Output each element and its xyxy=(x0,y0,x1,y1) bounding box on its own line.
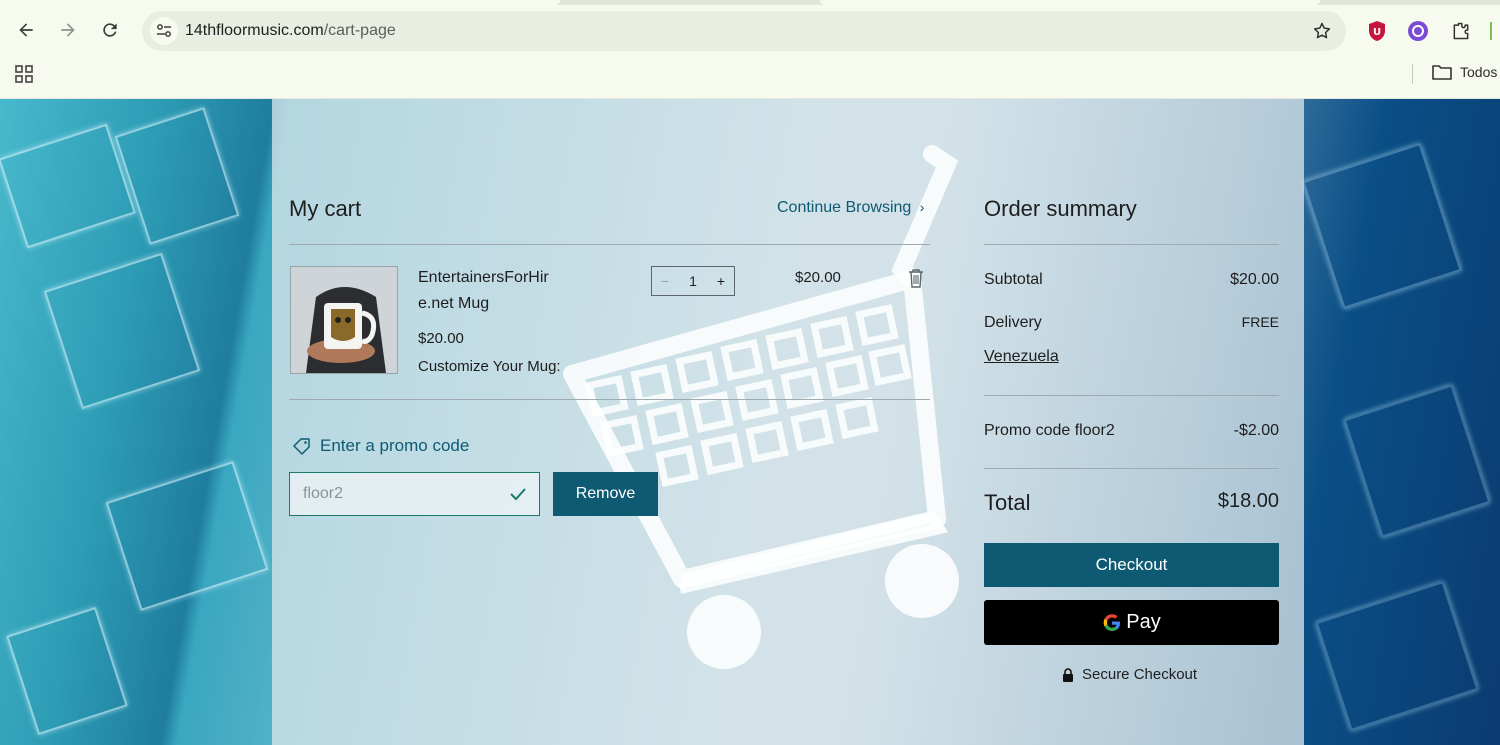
summary-divider-mid xyxy=(984,395,1279,396)
delivery-value: FREE xyxy=(1241,314,1279,330)
cart-panel: My cart Continue Browsing › Entertainers… xyxy=(272,99,1304,745)
delivery-label: Delivery xyxy=(984,314,1042,331)
tab-strip xyxy=(0,0,1500,5)
deco-cube xyxy=(6,607,128,735)
product-image[interactable] xyxy=(290,266,398,374)
item-total-price: $20.00 xyxy=(795,269,841,286)
deco-cube xyxy=(114,107,240,245)
google-pay-button[interactable]: Pay xyxy=(984,600,1279,645)
delivery-row: Delivery FREE xyxy=(984,314,1279,332)
subtotal-value: $20.00 xyxy=(1230,271,1279,288)
checkout-button[interactable]: Checkout xyxy=(984,543,1279,587)
remove-promo-button[interactable]: Remove xyxy=(553,472,658,516)
purple-extension-icon[interactable] xyxy=(1407,20,1429,42)
subtotal-row: Subtotal $20.00 xyxy=(984,271,1279,289)
trash-icon[interactable] xyxy=(907,268,925,288)
total-row: Total $18.00 xyxy=(984,490,1279,516)
google-g-icon xyxy=(1103,613,1121,631)
bookmark-separator xyxy=(1412,64,1413,84)
promo-code-value[interactable]: floor2 xyxy=(303,485,343,503)
cart-divider-bottom xyxy=(289,399,930,400)
cart-title: My cart xyxy=(289,196,362,221)
increase-quantity-button[interactable]: + xyxy=(708,273,734,289)
enter-promo-code-label: Enter a promo code xyxy=(320,436,470,455)
arrow-left-icon xyxy=(19,23,33,37)
arrow-right-icon xyxy=(61,23,75,37)
quantity-value[interactable]: 1 xyxy=(680,273,706,289)
deco-cube xyxy=(1302,143,1462,309)
ublock-extension-icon[interactable]: U xyxy=(1366,20,1388,42)
site-settings-icon[interactable] xyxy=(150,17,178,45)
promo-code-input[interactable]: floor2 xyxy=(289,472,540,516)
total-label: Total xyxy=(984,490,1031,515)
svg-text:U: U xyxy=(1373,27,1381,38)
enter-promo-code-link[interactable]: Enter a promo code xyxy=(292,436,469,456)
secure-checkout-note: Secure Checkout xyxy=(1062,666,1197,683)
product-name-line1[interactable]: EntertainersForHir xyxy=(418,269,549,287)
reload-icon xyxy=(103,23,117,37)
reload-button[interactable] xyxy=(94,14,126,46)
quantity-stepper[interactable]: − 1 + xyxy=(651,266,735,296)
bookmark-folder-label: Todos xyxy=(1460,64,1498,80)
url-path: /cart-page xyxy=(323,22,396,39)
secure-checkout-label: Secure Checkout xyxy=(1082,666,1198,683)
browser-toolbar: 14thfloormusic.com/cart-page U Todos xyxy=(0,0,1500,99)
summary-divider-top xyxy=(984,244,1279,245)
product-option-label: Customize Your Mug: xyxy=(418,358,561,375)
check-icon xyxy=(510,488,526,501)
summary-divider-bottom xyxy=(984,468,1279,469)
deco-cube xyxy=(43,252,201,410)
extensions-puzzle-icon[interactable] xyxy=(1450,20,1472,42)
promo-discount-value: -$2.00 xyxy=(1233,422,1279,439)
page-background: My cart Continue Browsing › Entertainers… xyxy=(0,99,1500,745)
promo-label: Promo code floor2 xyxy=(984,422,1115,439)
apps-grid-icon[interactable] xyxy=(14,64,34,84)
lock-icon xyxy=(1063,667,1073,682)
url-domain: 14thfloormusic.com xyxy=(185,22,324,39)
promo-row: Promo code floor2 -$2.00 xyxy=(984,422,1279,440)
deco-cube xyxy=(1315,581,1479,731)
order-summary-title: Order summary xyxy=(984,196,1137,221)
deco-cube xyxy=(1343,384,1491,538)
address-bar[interactable]: 14thfloormusic.com/cart-page xyxy=(142,11,1346,51)
tag-icon xyxy=(293,438,310,455)
decrease-quantity-button[interactable]: − xyxy=(652,273,678,289)
product-name-line2[interactable]: e.net Mug xyxy=(418,295,489,313)
continue-browsing-link[interactable]: Continue Browsing › xyxy=(777,199,924,217)
continue-browsing-label: Continue Browsing xyxy=(777,199,912,216)
profile-edge xyxy=(1490,22,1492,40)
url-text[interactable]: 14thfloormusic.com/cart-page xyxy=(185,22,396,40)
google-pay-label: Pay xyxy=(1126,611,1161,633)
product-unit-price: $20.00 xyxy=(418,330,464,347)
deco-cube xyxy=(0,123,136,249)
chevron-right-icon: › xyxy=(919,199,925,215)
delivery-country-link[interactable]: Venezuela xyxy=(984,348,1059,366)
cart-divider-top xyxy=(289,244,930,245)
bookmark-folder-todos[interactable]: Todos xyxy=(1432,64,1497,80)
back-button[interactable] xyxy=(10,14,42,46)
bookmark-star-icon[interactable] xyxy=(1312,21,1332,41)
forward-button[interactable] xyxy=(52,14,84,46)
subtotal-label: Subtotal xyxy=(984,271,1043,288)
deco-cube xyxy=(105,461,269,611)
folder-icon xyxy=(1432,65,1452,80)
total-value: $18.00 xyxy=(1217,490,1279,512)
